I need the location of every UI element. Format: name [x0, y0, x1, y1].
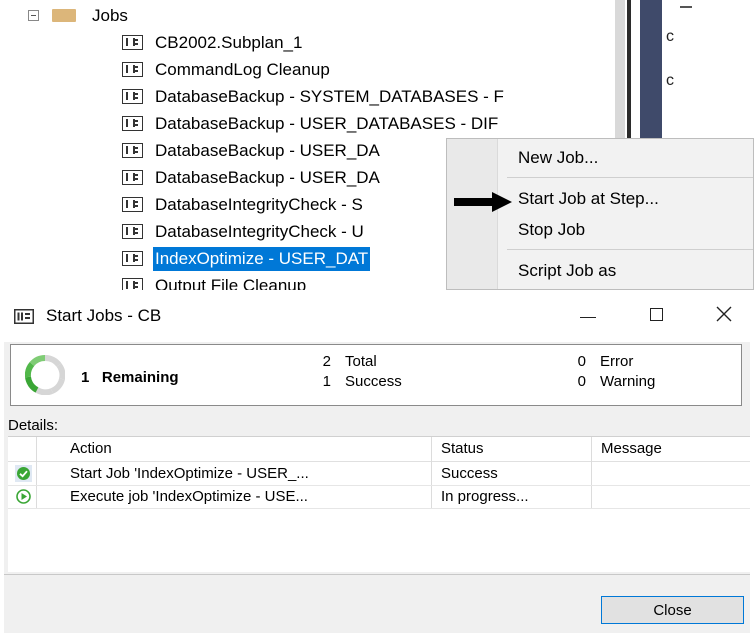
row-status: Success: [441, 465, 498, 482]
footer-divider: [4, 574, 750, 575]
menu-separator: [507, 177, 753, 178]
right-pane-text: c: [666, 72, 674, 89]
job-icon: [122, 170, 143, 185]
tree-node-job[interactable]: DatabaseBackup - SYSTEM_DATABASES - F: [122, 83, 506, 110]
folder-icon: [52, 9, 76, 22]
tree-node-job-selected[interactable]: IndexOptimize - USER_DAT: [122, 245, 371, 272]
total-label: Total: [345, 353, 377, 370]
tree-node-label: CB2002.Subplan_1: [155, 32, 303, 52]
warning-stat: 0 Warning: [574, 373, 656, 390]
start-jobs-dialog: Start Jobs - CB 1 Remaining 2 Total 1 Su…: [0, 296, 754, 633]
total-number: 2: [322, 353, 331, 370]
tree-node-label: DatabaseBackup - SYSTEM_DATABASES - F: [155, 86, 504, 106]
tree-node-label: DatabaseBackup - USER_DA: [155, 167, 380, 187]
table-row[interactable]: Start Job 'IndexOptimize - USER_... Succ…: [8, 462, 750, 486]
job-icon: [122, 278, 143, 290]
tree-node-job[interactable]: CB2002.Subplan_1: [122, 29, 304, 56]
total-stat: 2 Total: [319, 353, 377, 370]
tree-node-label: CommandLog Cleanup: [155, 59, 330, 79]
tree-node-job[interactable]: DatabaseBackup - USER_DA: [122, 164, 382, 191]
dialog-client-area: 1 Remaining 2 Total 1 Success 0 Error 0 Warn…: [4, 342, 750, 633]
column-header-status[interactable]: Status: [441, 440, 484, 457]
context-menu: New Job... Start Job at Step... Stop Job…: [446, 138, 754, 290]
row-action: Execute job 'IndexOptimize - USE...: [70, 488, 308, 505]
remaining-number: 1: [81, 369, 90, 386]
remaining-count: 1 Remaining: [81, 369, 179, 386]
row-status: In progress...: [441, 488, 529, 505]
close-button[interactable]: Close: [601, 596, 744, 624]
success-stat: 1 Success: [319, 373, 402, 390]
tree-node-job[interactable]: DatabaseBackup - USER_DATABASES - DIF: [122, 110, 500, 137]
error-label: Error: [600, 353, 634, 370]
grid-header: Action Status Message: [8, 437, 750, 462]
error-number: 0: [577, 353, 586, 370]
object-explorer: Jobs CB2002.Subplan_1 CommandLog Cleanup…: [0, 0, 754, 290]
warning-number: 0: [577, 373, 586, 390]
job-icon: [122, 116, 143, 131]
table-row[interactable]: Execute job 'IndexOptimize - USE... In p…: [8, 485, 750, 509]
column-header-message[interactable]: Message: [601, 440, 662, 457]
remaining-label: Remaining: [101, 369, 179, 386]
tree-node-label: DatabaseBackup - USER_DATABASES - DIF: [155, 113, 499, 133]
tree-node-job[interactable]: DatabaseIntegrityCheck - S: [122, 191, 365, 218]
maximize-button[interactable]: [626, 296, 686, 332]
job-icon: [122, 251, 143, 266]
success-label: Success: [345, 373, 402, 390]
tree-node-job[interactable]: CommandLog Cleanup: [122, 56, 332, 83]
tree-node-label: IndexOptimize - USER_DAT: [153, 246, 371, 271]
success-check-icon: [15, 465, 32, 482]
close-icon: [716, 306, 732, 322]
job-icon: [122, 143, 143, 158]
job-icon: [14, 309, 34, 324]
collapse-glyph-icon: [680, 0, 692, 8]
play-progress-icon: [16, 489, 31, 504]
tree-node-label: Output File Cleanup: [155, 275, 307, 291]
details-label: Details:: [8, 417, 59, 434]
pointer-arrow-icon: [454, 192, 512, 212]
tree-node-job[interactable]: Output File Cleanup: [122, 272, 308, 290]
warning-label: Warning: [600, 373, 656, 390]
tree-node-job[interactable]: DatabaseIntegrityCheck - U: [122, 218, 366, 245]
maximize-icon: [649, 307, 663, 321]
error-stat: 0 Error: [574, 353, 634, 370]
menu-item-start-job-at-step[interactable]: Start Job at Step...: [518, 189, 659, 209]
tree-node-label: DatabaseIntegrityCheck - S: [155, 194, 363, 214]
column-header-action[interactable]: Action: [70, 440, 112, 457]
tree-node-label: Jobs: [92, 5, 128, 25]
job-icon: [122, 62, 143, 77]
minimize-icon: [580, 316, 596, 318]
tree-node-job[interactable]: DatabaseBackup - USER_DA: [122, 137, 382, 164]
progress-spinner-icon: [25, 355, 65, 395]
job-icon: [122, 224, 143, 239]
right-pane-text: c: [666, 28, 674, 45]
job-icon: [122, 89, 143, 104]
menu-gutter: [447, 139, 498, 289]
tree-node-label: DatabaseIntegrityCheck - U: [155, 221, 364, 241]
menu-item-new-job[interactable]: New Job...: [518, 148, 598, 168]
window-title: Start Jobs - CB: [46, 306, 162, 325]
close-window-button[interactable]: [694, 296, 754, 332]
menu-separator: [507, 249, 753, 250]
details-grid: Action Status Message Start Job 'IndexOp…: [8, 436, 750, 572]
progress-summary: 1 Remaining 2 Total 1 Success 0 Error 0 Warn…: [10, 344, 742, 406]
job-icon: [122, 35, 143, 50]
minimize-button[interactable]: [558, 296, 618, 332]
success-number: 1: [322, 373, 331, 390]
collapse-toggle-icon[interactable]: [28, 10, 39, 21]
menu-item-script-job-as[interactable]: Script Job as: [518, 261, 616, 281]
row-action: Start Job 'IndexOptimize - USER_...: [70, 465, 309, 482]
tree-node-label: DatabaseBackup - USER_DA: [155, 140, 380, 160]
job-icon: [122, 197, 143, 212]
menu-item-stop-job[interactable]: Stop Job: [518, 220, 585, 240]
tree-node-jobs[interactable]: Jobs: [28, 2, 130, 29]
title-bar[interactable]: Start Jobs - CB: [0, 296, 754, 336]
